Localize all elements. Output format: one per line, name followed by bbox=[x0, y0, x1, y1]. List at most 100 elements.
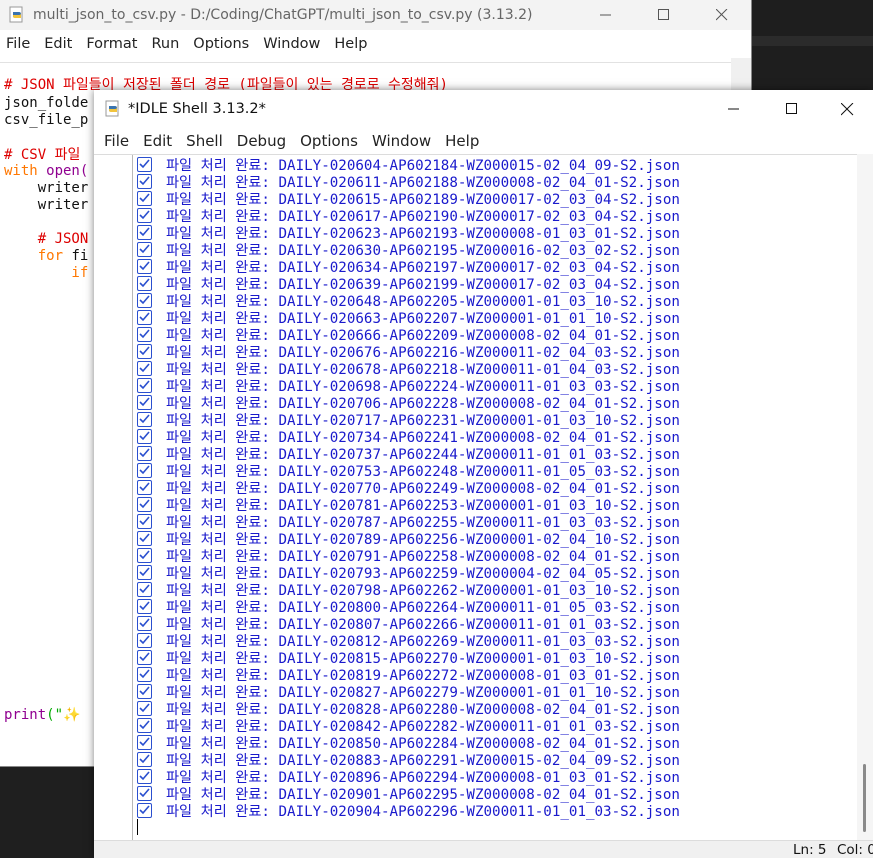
shell-menu-debug[interactable]: Debug bbox=[230, 132, 293, 150]
output-line: 파일 처리 완료: DAILY-020800-AP602264-WZ000011… bbox=[137, 598, 680, 616]
editor-menu-format[interactable]: Format bbox=[79, 36, 144, 52]
code-builtin: print bbox=[4, 707, 47, 723]
check-mark-icon bbox=[137, 803, 152, 818]
text-cursor bbox=[137, 819, 138, 835]
editor-menu-help[interactable]: Help bbox=[327, 36, 374, 52]
output-line: 파일 처리 완료: DAILY-020639-AP602199-WZ000017… bbox=[137, 275, 680, 293]
code-token: (" bbox=[46, 707, 64, 723]
shell-output-area[interactable]: 파일 처리 완료: DAILY-020604-AP602184-WZ000015… bbox=[94, 154, 857, 841]
shell-menu-shell[interactable]: Shell bbox=[179, 132, 230, 150]
output-line: 파일 처리 완료: DAILY-020883-AP602291-WZ000015… bbox=[137, 751, 680, 769]
check-mark-icon bbox=[137, 293, 152, 308]
check-mark-icon bbox=[137, 497, 152, 512]
shell-sidebar-divider bbox=[132, 155, 133, 841]
check-mark-icon bbox=[137, 463, 152, 478]
check-mark-icon bbox=[137, 514, 152, 529]
output-line: 파일 처리 완료: DAILY-020791-AP602258-WZ000008… bbox=[137, 547, 680, 565]
output-line: 파일 처리 완료: DAILY-020617-AP602190-WZ000017… bbox=[137, 207, 680, 225]
code-line: csv_file_p bbox=[4, 112, 89, 128]
minimize-icon bbox=[728, 108, 739, 110]
check-mark-icon bbox=[137, 276, 152, 291]
editor-menu-edit[interactable]: Edit bbox=[37, 36, 79, 52]
output-line: 파일 처리 완료: DAILY-020787-AP602255-WZ000011… bbox=[137, 513, 680, 531]
shell-window[interactable]: *IDLE Shell 3.13.2* File Edit Shell Debu… bbox=[94, 90, 873, 858]
shell-minimize-button[interactable] bbox=[705, 90, 763, 128]
shell-menu-help[interactable]: Help bbox=[438, 132, 486, 150]
shell-maximize-button[interactable] bbox=[763, 90, 821, 128]
check-mark-icon bbox=[137, 616, 152, 631]
output-line: 파일 처리 완료: DAILY-020904-AP602296-WZ000011… bbox=[137, 802, 680, 820]
shell-menu-bar: File Edit Shell Debug Options Window Hel… bbox=[94, 128, 873, 154]
editor-maximize-button[interactable] bbox=[635, 0, 693, 30]
idle-icon bbox=[105, 100, 119, 117]
status-bar: Ln: 5 Col: 0 bbox=[94, 840, 873, 858]
check-mark-icon bbox=[137, 599, 152, 614]
output-line: 파일 처리 완료: DAILY-020648-AP602205-WZ000001… bbox=[137, 292, 680, 310]
maximize-icon bbox=[786, 103, 797, 114]
shell-title: *IDLE Shell 3.13.2* bbox=[128, 101, 266, 117]
shell-title-bar[interactable]: *IDLE Shell 3.13.2* bbox=[94, 90, 873, 128]
code-token: fi bbox=[63, 248, 89, 264]
output-line: 파일 처리 완료: DAILY-020753-AP602248-WZ000011… bbox=[137, 462, 680, 480]
editor-menu-file[interactable]: File bbox=[0, 36, 37, 52]
output-line: 파일 처리 완료: DAILY-020604-AP602184-WZ000015… bbox=[137, 156, 680, 174]
check-mark-icon bbox=[137, 684, 152, 699]
sparkle-emoji: ✨ bbox=[63, 707, 81, 723]
check-mark-icon bbox=[137, 395, 152, 410]
editor-menu-options[interactable]: Options bbox=[186, 36, 256, 52]
output-line: 파일 처리 완료: DAILY-020676-AP602216-WZ000011… bbox=[137, 343, 680, 361]
output-line: 파일 처리 완료: DAILY-020611-AP602188-WZ000008… bbox=[137, 173, 680, 191]
shell-menu-window[interactable]: Window bbox=[365, 132, 438, 150]
output-line: 파일 처리 완료: DAILY-020815-AP602270-WZ000001… bbox=[137, 649, 680, 667]
check-mark-icon bbox=[137, 208, 152, 223]
check-mark-icon bbox=[137, 242, 152, 257]
output-line: 파일 처리 완료: DAILY-020842-AP602282-WZ000011… bbox=[137, 717, 680, 735]
editor-menu-run[interactable]: Run bbox=[144, 36, 186, 52]
output-line: 파일 처리 완료: DAILY-020901-AP602295-WZ000008… bbox=[137, 785, 680, 803]
output-line: 파일 처리 완료: DAILY-020789-AP602256-WZ000001… bbox=[137, 530, 680, 548]
shell-menu-options[interactable]: Options bbox=[293, 132, 365, 150]
minimize-icon bbox=[600, 14, 611, 16]
check-mark-icon bbox=[137, 412, 152, 427]
shell-menu-edit[interactable]: Edit bbox=[136, 132, 179, 150]
output-line: 파일 처리 완료: DAILY-020678-AP602218-WZ000011… bbox=[137, 360, 680, 378]
output-line: 파일 처리 완료: DAILY-020781-AP602253-WZ000001… bbox=[137, 496, 680, 514]
shell-scrollbar[interactable] bbox=[857, 154, 873, 840]
editor-close-button[interactable] bbox=[693, 0, 751, 30]
output-line: 파일 처리 완료: DAILY-020896-AP602294-WZ000008… bbox=[137, 768, 680, 786]
check-mark-icon bbox=[137, 191, 152, 206]
editor-title: multi_json_to_csv.py - D:/Coding/ChatGPT… bbox=[33, 7, 533, 23]
check-mark-icon bbox=[137, 667, 152, 682]
maximize-icon bbox=[658, 9, 669, 20]
editor-menu-window[interactable]: Window bbox=[256, 36, 327, 52]
code-line: # JSON bbox=[4, 231, 89, 247]
output-line: 파일 처리 완료: DAILY-020623-AP602193-WZ000008… bbox=[137, 224, 680, 242]
check-mark-icon bbox=[137, 718, 152, 733]
shell-close-button[interactable] bbox=[821, 90, 873, 128]
output-line-text: 파일 처리 완료: DAILY-020904-AP602296-WZ000011… bbox=[166, 803, 680, 820]
check-mark-icon bbox=[137, 735, 152, 750]
shell-menu-file[interactable]: File bbox=[94, 132, 136, 150]
code-line: print("✨ bbox=[4, 707, 80, 724]
code-line: writer bbox=[4, 197, 89, 213]
output-line: 파일 처리 완료: DAILY-020698-AP602224-WZ000011… bbox=[137, 377, 680, 395]
editor-title-bar[interactable]: multi_json_to_csv.py - D:/Coding/ChatGPT… bbox=[0, 0, 751, 30]
check-mark-icon bbox=[137, 225, 152, 240]
check-mark-icon bbox=[137, 752, 152, 767]
code-line: for fi bbox=[4, 248, 89, 265]
check-mark-icon bbox=[137, 701, 152, 716]
code-line: # CSV 파일 bbox=[4, 147, 81, 163]
close-icon bbox=[716, 9, 728, 21]
check-mark-icon bbox=[137, 361, 152, 376]
python-file-icon bbox=[9, 6, 23, 23]
scrollbar-thumb[interactable] bbox=[863, 764, 866, 832]
output-line: 파일 처리 완료: DAILY-020663-AP602207-WZ000001… bbox=[137, 309, 680, 327]
check-mark-icon bbox=[137, 565, 152, 580]
output-line: 파일 처리 완료: DAILY-020666-AP602209-WZ000008… bbox=[137, 326, 680, 344]
code-token: open( bbox=[37, 163, 89, 179]
code-line: if bbox=[4, 265, 89, 281]
check-mark-icon bbox=[137, 769, 152, 784]
output-line: 파일 처리 완료: DAILY-020770-AP602249-WZ000008… bbox=[137, 479, 680, 497]
editor-minimize-button[interactable] bbox=[577, 0, 635, 30]
check-mark-icon bbox=[137, 310, 152, 325]
